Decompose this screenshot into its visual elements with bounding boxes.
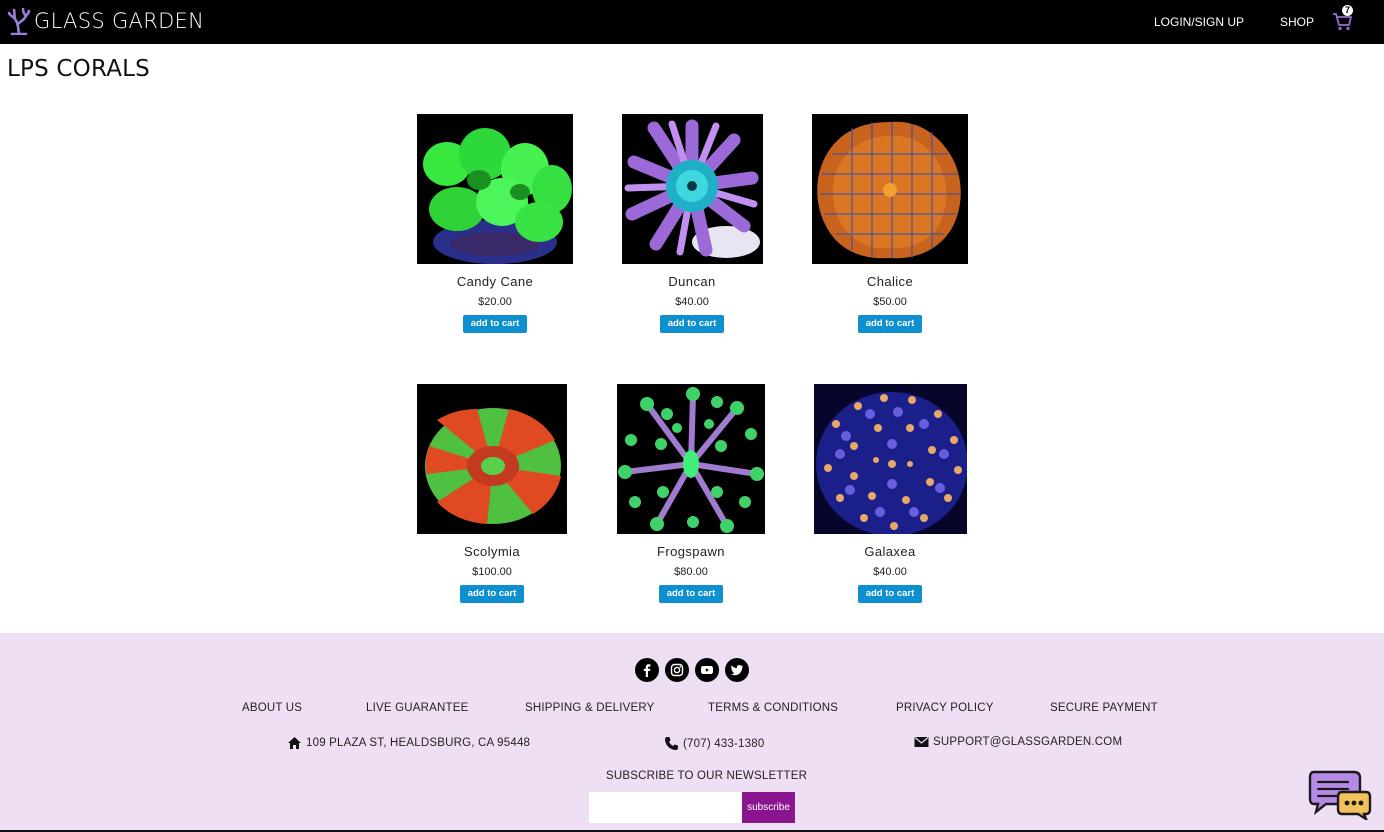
address-text: 109 PLAZA ST, HEALDSBURG, CA 95448 (306, 737, 531, 749)
social-links (635, 658, 749, 682)
product-name[interactable]: Scolymia (392, 544, 592, 559)
brand-name: GLASS GARDEN (34, 9, 205, 33)
product-price: $50.00 (873, 296, 907, 308)
email-text[interactable]: SUPPORT@GLASSGARDEN.COM (933, 736, 1122, 748)
product-image[interactable] (621, 114, 763, 264)
product-card: Galaxea $40.00 add to cart (790, 384, 990, 603)
facebook-icon[interactable] (635, 658, 659, 682)
product-name[interactable]: Frogspawn (591, 544, 791, 559)
product-name[interactable]: Chalice (790, 274, 990, 289)
add-to-cart-button[interactable]: add to cart (857, 315, 923, 333)
twitter-icon[interactable] (725, 658, 749, 682)
product-card: Chalice $50.00 add to cart (790, 114, 990, 333)
nav-shop[interactable]: SHOP (1280, 15, 1314, 29)
add-to-cart-button[interactable]: add to cart (659, 315, 725, 333)
youtube-icon[interactable] (695, 658, 719, 682)
top-navbar: GLASS GARDEN LOGIN/SIGN UP SHOP 7 (0, 0, 1384, 44)
newsletter-email-input[interactable] (589, 792, 742, 823)
product-card: Duncan $40.00 add to cart (592, 114, 792, 333)
add-to-cart-button[interactable]: add to cart (658, 585, 724, 603)
home-icon (288, 737, 301, 749)
product-name[interactable]: Duncan (592, 274, 792, 289)
site-footer: ABOUT US LIVE GUARANTEE SHIPPING & DELIV… (0, 633, 1384, 832)
product-image[interactable] (417, 384, 567, 534)
product-price: $80.00 (674, 566, 708, 578)
product-price: $40.00 (675, 296, 709, 308)
footer-link-live-guarantee[interactable]: LIVE GUARANTEE (366, 702, 469, 714)
product-card: Frogspawn $80.00 add to cart (591, 384, 791, 603)
footer-link-secure-payment[interactable]: SECURE PAYMENT (1050, 702, 1158, 714)
footer-link-shipping-delivery[interactable]: SHIPPING & DELIVERY (525, 702, 655, 714)
product-name[interactable]: Candy Cane (395, 274, 595, 289)
add-to-cart-button[interactable]: add to cart (459, 585, 525, 603)
product-image[interactable] (812, 114, 968, 264)
page-title: LPS CORALS (7, 56, 150, 82)
product-price: $100.00 (472, 566, 512, 578)
footer-address: 109 PLAZA ST, HEALDSBURG, CA 95448 (287, 736, 530, 750)
product-card: Candy Cane $20.00 add to cart (395, 114, 595, 333)
phone-text[interactable]: (707) 433-1380 (683, 738, 764, 750)
coral-logo-icon (7, 7, 31, 35)
phone-icon (665, 737, 678, 750)
instagram-icon[interactable] (665, 658, 689, 682)
footer-link-about-us[interactable]: ABOUT US (242, 702, 302, 714)
footer-link-privacy-policy[interactable]: PRIVACY POLICY (896, 702, 994, 714)
product-name[interactable]: Galaxea (790, 544, 990, 559)
brand-home-link[interactable]: GLASS GARDEN (6, 7, 204, 35)
chat-bubble-icon[interactable] (1308, 770, 1372, 820)
footer-phone: (707) 433-1380 (664, 736, 764, 751)
mail-icon (914, 737, 929, 747)
newsletter-label: SUBSCRIBE TO OUR NEWSLETTER (606, 770, 808, 782)
product-image[interactable] (617, 384, 765, 534)
add-to-cart-button[interactable]: add to cart (857, 585, 923, 603)
nav-login-signup[interactable]: LOGIN/SIGN UP (1154, 15, 1244, 29)
product-price: $20.00 (478, 296, 512, 308)
add-to-cart-button[interactable]: add to cart (462, 315, 528, 333)
footer-link-terms-conditions[interactable]: TERMS & CONDITIONS (708, 702, 838, 714)
cart-count-badge: 7 (1342, 5, 1353, 16)
footer-email: SUPPORT@GLASSGARDEN.COM (914, 736, 1122, 748)
product-image[interactable] (813, 384, 967, 534)
product-image[interactable] (417, 114, 573, 264)
product-card: Scolymia $100.00 add to cart (392, 384, 592, 603)
product-price: $40.00 (873, 566, 907, 578)
subscribe-button[interactable]: subscribe (742, 792, 795, 823)
